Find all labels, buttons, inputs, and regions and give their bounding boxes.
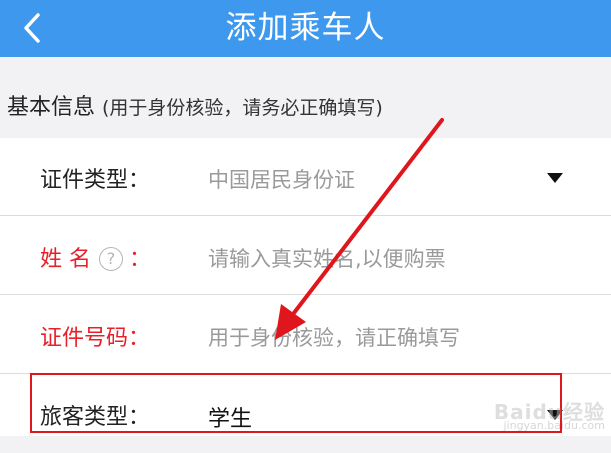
- id-number-row: 证件号码： 用于身份核验，请正确填写: [0, 296, 611, 374]
- id-type-select[interactable]: 中国居民身份证: [208, 164, 355, 194]
- name-label: 姓 名?：: [40, 241, 151, 273]
- section-label: 基本信息: [7, 95, 96, 120]
- passenger-form: 证件类型： 中国居民身份证 姓 名?： 请输入真实姓名,以便购票 证件号码： 用…: [0, 138, 611, 436]
- id-number-input[interactable]: 用于身份核验，请正确填写: [208, 322, 460, 352]
- name-input[interactable]: 请输入真实姓名,以便购票: [208, 243, 446, 273]
- passenger-type-select[interactable]: 学生: [208, 401, 252, 433]
- divider: [0, 373, 611, 374]
- page-title: 添加乘车人: [225, 10, 386, 46]
- name-label-colon: ：: [129, 247, 152, 272]
- name-label-first: 姓: [40, 247, 63, 272]
- watermark-brand: Baidu经验: [493, 400, 605, 424]
- id-type-label: 证件类型：: [40, 168, 151, 193]
- section-title: 基本信息 (用于身份核验，请务必正确填写): [7, 89, 383, 121]
- app-header: 添加乘车人: [0, 0, 611, 57]
- watermark-url: jingyan.baidu.com: [503, 419, 605, 432]
- section-note: (用于身份核验，请务必正确填写): [102, 97, 383, 119]
- help-icon[interactable]: ?: [99, 247, 124, 271]
- baidu-jingyan-watermark: Baidu经验 jingyan.baidu.com: [493, 400, 605, 432]
- basic-info-section-header: 基本信息 (用于身份核验，请务必正确填写): [0, 57, 611, 138]
- passenger-type-label: 旅客类型：: [40, 405, 151, 430]
- id-number-label: 证件号码：: [40, 326, 151, 351]
- divider: [0, 294, 611, 295]
- name-row: 姓 名?： 请输入真实姓名,以便购票: [0, 217, 611, 295]
- divider: [0, 215, 611, 216]
- name-label-second: 名: [69, 247, 92, 272]
- dropdown-caret-icon[interactable]: [547, 173, 563, 183]
- id-type-row[interactable]: 证件类型： 中国居民身份证: [0, 138, 611, 216]
